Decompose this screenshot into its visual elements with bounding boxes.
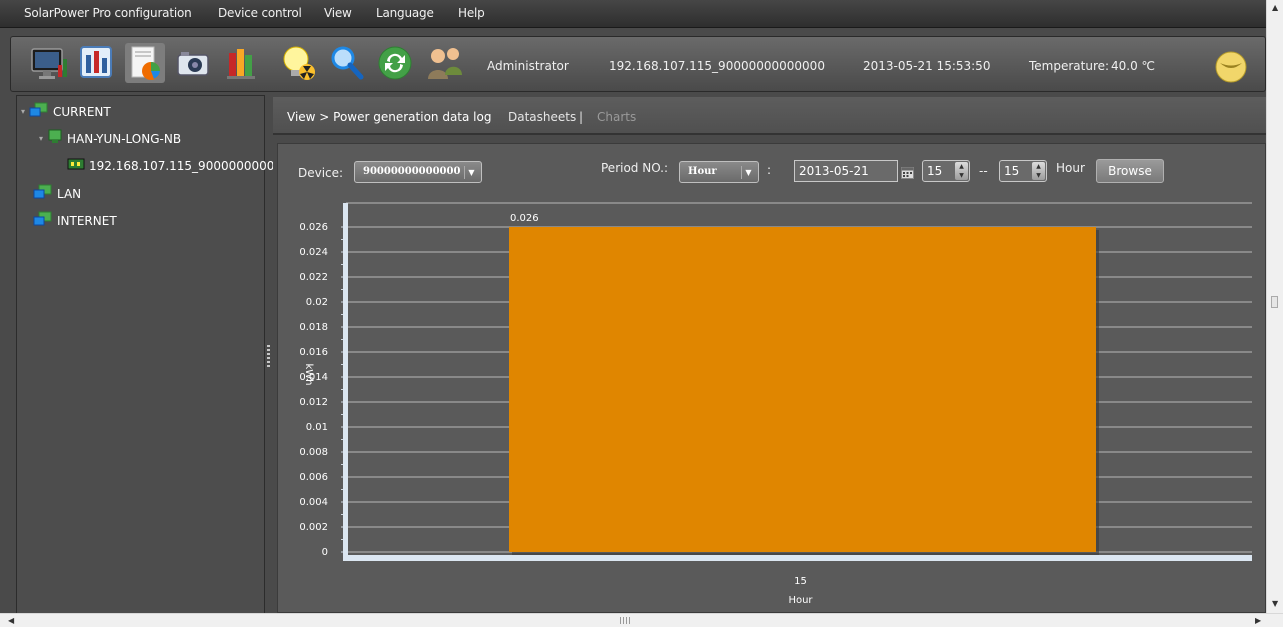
scroll-thumb[interactable] — [1271, 296, 1278, 308]
current-user: Administrator — [487, 59, 569, 73]
menu-help[interactable]: Help — [458, 6, 485, 20]
x-axis-title: Hour — [788, 595, 813, 606]
tree-node-device[interactable]: 192.168.107.115_90000000000 — [67, 157, 282, 174]
horizontal-scrollbar[interactable]: ◀ ▶ — [0, 613, 1283, 627]
date-field[interactable]: 2013-05-21 — [794, 160, 898, 182]
expand-arrow-icon[interactable]: ▾ — [21, 107, 25, 116]
network-icon — [33, 184, 53, 203]
y-tick-label: 0.026 — [299, 222, 328, 233]
data-label: 0.026 — [510, 213, 539, 224]
data-log-icon[interactable] — [125, 43, 165, 83]
vertical-scrollbar[interactable]: ▲ ▼ — [1266, 0, 1283, 613]
y-tick-label: 0 — [322, 547, 328, 558]
y-axis-title: kWh — [303, 363, 314, 385]
y-tick-label: 0.008 — [299, 447, 328, 458]
chevron-down-icon: ▼ — [464, 166, 478, 179]
menu-device-control[interactable]: Device control — [218, 6, 302, 20]
configuration-tools-icon[interactable] — [77, 43, 117, 83]
network-icon — [33, 211, 53, 230]
scroll-right-icon[interactable]: ▶ — [1255, 616, 1261, 625]
monitor-chart-icon[interactable] — [29, 43, 69, 83]
y-tick-label: 0.016 — [299, 347, 328, 358]
tab-datasheets[interactable]: Datasheets — [508, 110, 576, 124]
users-icon[interactable] — [425, 43, 465, 83]
device-id-status: 192.168.107.115_90000000000000 — [609, 59, 825, 73]
spinner-arrows-icon[interactable]: ▲ ▼ — [1032, 162, 1045, 180]
scroll-down-icon[interactable]: ▼ — [1272, 599, 1278, 608]
device-label: Device: — [298, 166, 344, 180]
tree-label-lan: LAN — [57, 186, 82, 201]
network-icon — [29, 102, 49, 121]
device-select[interactable]: 90000000000000 ▼ — [354, 161, 482, 183]
x-axis — [343, 555, 1252, 561]
tree-label-current: CURRENT — [53, 104, 111, 119]
menu-solarpower-config[interactable]: SolarPower Pro configuration — [24, 6, 192, 20]
y-tick-label: 0.018 — [299, 322, 328, 333]
y-tick-label: 0.004 — [299, 497, 328, 508]
menu-language[interactable]: Language — [376, 6, 434, 20]
power-generation-chart: 00.0020.0040.0060.0080.010.0120.0140.016… — [299, 202, 1252, 606]
device-chip-icon — [67, 157, 85, 174]
tab-separator: | — [579, 110, 584, 124]
y-tick-label: 0.022 — [299, 272, 328, 283]
y-tick-label: 0.012 — [299, 397, 328, 408]
sun-icon — [1215, 51, 1247, 83]
chevron-down-icon: ▼ — [741, 166, 755, 179]
hour-range-dash: -- — [979, 164, 988, 178]
tree-label-host: HAN-YUN-LONG-NB — [67, 131, 182, 146]
datetime-status: 2013-05-21 15:53:50 — [863, 59, 991, 73]
temperature-label: Temperature: — [1029, 59, 1110, 73]
camera-icon[interactable] — [173, 43, 213, 83]
tree-label-device: 192.168.107.115_90000000000 — [89, 158, 283, 173]
breadcrumb: View > Power generation data log — [287, 110, 492, 124]
application-window: SolarPower Pro configuration Device cont… — [0, 0, 1283, 627]
period-label: Period NO.: — [601, 161, 669, 175]
to-hour-spinner[interactable]: 15 ▲ ▼ — [999, 160, 1047, 182]
hazard-bulb-icon[interactable] — [279, 43, 319, 83]
menu-view[interactable]: View — [324, 6, 352, 20]
toolbar: Administrator 192.168.107.115_9000000000… — [10, 36, 1266, 92]
scroll-grip[interactable] — [620, 617, 630, 624]
device-tree: ▾ CURRENT ▾ HAN-YUN-LONG-NB 192.168.107.… — [16, 95, 282, 615]
refresh-icon[interactable] — [375, 43, 415, 83]
tree-node-host[interactable]: ▾ HAN-YUN-LONG-NB — [39, 129, 181, 148]
x-tick-label: 15 — [794, 576, 807, 587]
y-tick-label: 0.02 — [306, 297, 328, 308]
view-bar: View > Power generation data log Datashe… — [273, 97, 1266, 135]
computer-icon — [47, 129, 63, 148]
y-axis — [343, 203, 348, 560]
tree-node-internet[interactable]: INTERNET — [33, 211, 117, 230]
y-tick-label: 0.01 — [306, 422, 328, 433]
calendar-icon[interactable] — [901, 164, 914, 179]
search-icon[interactable] — [327, 43, 367, 83]
y-tick-label: 0.002 — [299, 522, 328, 533]
period-select[interactable]: Hour ▼ — [679, 161, 759, 183]
books-icon[interactable] — [221, 43, 261, 83]
expand-arrow-icon[interactable]: ▾ — [39, 134, 43, 143]
tree-label-internet: INTERNET — [57, 213, 117, 228]
tab-charts[interactable]: Charts — [597, 110, 636, 124]
from-hour-spinner[interactable]: 15 ▲ ▼ — [922, 160, 970, 182]
spinner-arrows-icon[interactable]: ▲ ▼ — [955, 162, 968, 180]
bar[interactable] — [509, 227, 1096, 552]
browse-button[interactable]: Browse — [1096, 159, 1164, 183]
y-tick-label: 0.006 — [299, 472, 328, 483]
scroll-left-icon[interactable]: ◀ — [8, 616, 14, 625]
y-tick-label: 0.024 — [299, 247, 328, 258]
menu-bar: SolarPower Pro configuration Device cont… — [0, 0, 1266, 28]
hour-unit-label: Hour — [1056, 161, 1085, 175]
scroll-up-icon[interactable]: ▲ — [1272, 3, 1278, 12]
tree-node-lan[interactable]: LAN — [33, 184, 81, 203]
period-colon: : — [767, 163, 772, 177]
temperature-value: 40.0 ℃ — [1111, 59, 1156, 73]
panel-splitter[interactable] — [267, 345, 270, 367]
tree-node-current[interactable]: ▾ CURRENT — [21, 102, 111, 121]
